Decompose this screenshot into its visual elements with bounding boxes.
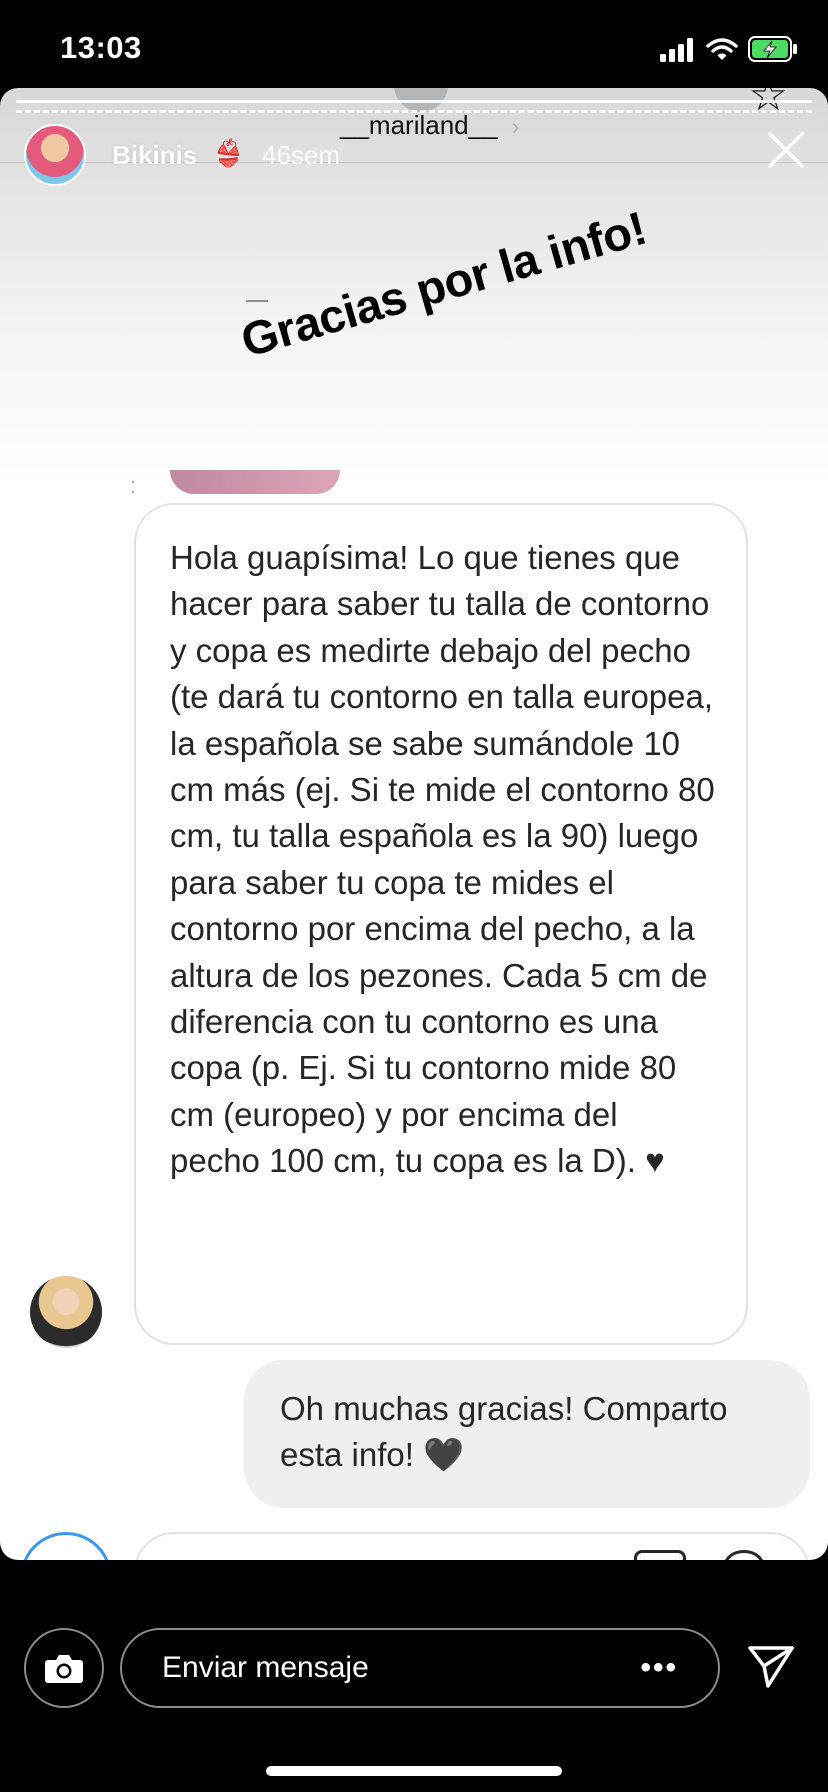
chevron-right-icon: › [512, 114, 520, 139]
story-username[interactable]: Bikinis [112, 140, 197, 171]
sent-message-text: Oh muchas gracias! Comparto esta info! 🖤 [280, 1390, 728, 1473]
background-image-fragment [170, 470, 340, 494]
message-input[interactable]: Enviar mensaje ••• [120, 1628, 720, 1708]
home-indicator [266, 1766, 562, 1776]
background-message-field [134, 1532, 810, 1560]
status-bar: 13:03 [0, 0, 828, 92]
background-camera-circle [20, 1532, 112, 1560]
story-progress-bar [16, 100, 812, 103]
status-icons [660, 36, 798, 62]
more-options-icon[interactable]: ••• [640, 1651, 678, 1685]
story-text-sticker: Gracias por la info! [235, 200, 652, 368]
message-placeholder: Enviar mensaje [162, 1651, 369, 1684]
bikini-emoji: 👙 [212, 138, 245, 168]
received-message-text: Hola guapísima! Lo que tienes que hacer … [170, 539, 715, 1180]
sender-avatar [30, 1276, 102, 1348]
close-icon[interactable] [766, 130, 806, 170]
received-message-bubble: Hola guapísima! Lo que tienes que hacer … [134, 503, 748, 1345]
camera-icon [45, 1655, 83, 1683]
sent-message-bubble: Oh muchas gracias! Comparto esta info! 🖤 [244, 1360, 810, 1508]
signal-icon [660, 38, 693, 62]
background-username: __mariland__ [340, 110, 498, 140]
story-user-avatar[interactable] [24, 124, 86, 186]
status-time: 13:03 [60, 30, 142, 65]
story-card: ☆ __mariland__ › Bikinis 👙 46sem Gracias… [0, 88, 828, 1560]
battery-charging-icon [748, 36, 797, 62]
background-star-icon: ☆ [748, 88, 788, 120]
send-icon[interactable] [744, 1640, 798, 1694]
background-mark [246, 300, 268, 302]
camera-button[interactable] [24, 1628, 104, 1708]
background-dots: : [130, 473, 137, 498]
wifi-icon [706, 38, 738, 60]
story-timestamp: 46sem [262, 140, 341, 170]
background-gallery-icon [634, 1550, 686, 1560]
